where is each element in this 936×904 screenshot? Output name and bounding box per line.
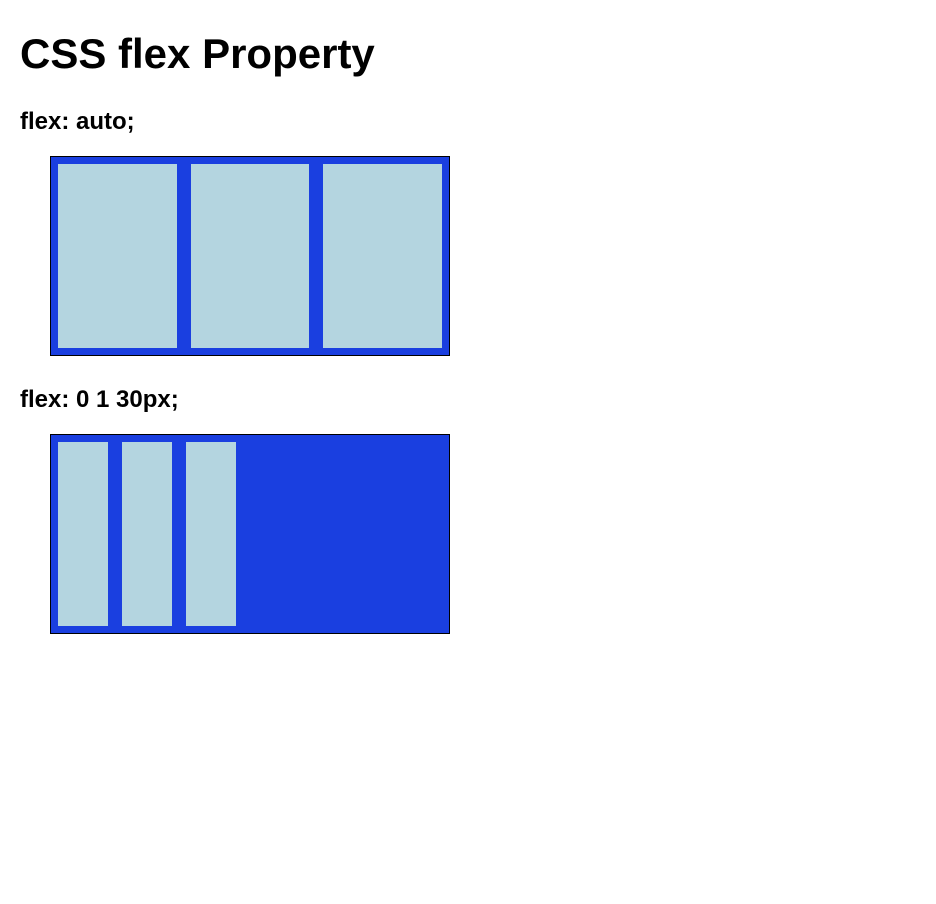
page-title: CSS flex Property (20, 30, 916, 78)
flex-item (191, 164, 310, 348)
flex-item (323, 164, 442, 348)
example-label-fixed: flex: 0 1 30px; (20, 386, 916, 414)
flex-item (122, 442, 172, 626)
flex-item (186, 442, 236, 626)
flex-item (58, 442, 108, 626)
example-label-auto: flex: auto; (20, 108, 916, 136)
flex-container-fixed (50, 434, 450, 634)
flex-item (58, 164, 177, 348)
flex-container-auto (50, 156, 450, 356)
